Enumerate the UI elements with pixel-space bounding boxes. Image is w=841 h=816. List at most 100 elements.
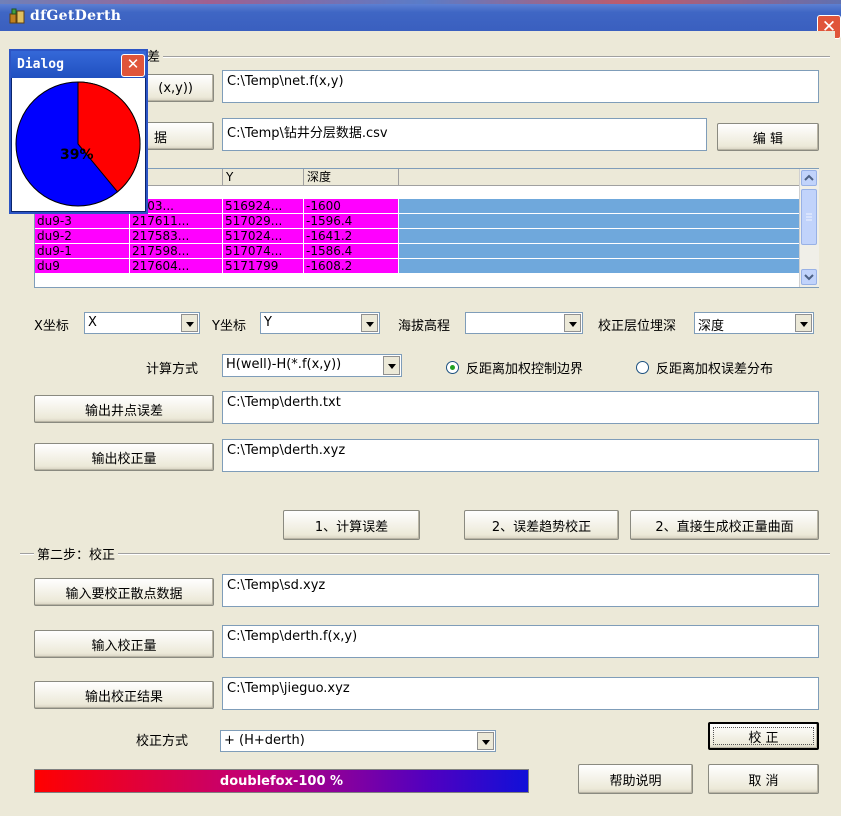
scroll-up-button[interactable] <box>801 170 817 186</box>
y-coordinate-select[interactable]: Y <box>260 312 380 334</box>
table-row[interactable]: du9-3 217611... 517029... -1596.4 <box>35 214 799 229</box>
grid-vertical-scrollbar[interactable] <box>799 169 819 287</box>
input-scatter-path-field[interactable]: C:\Temp\sd.xyz <box>222 574 819 607</box>
help-button-label: 帮助说明 <box>609 773 662 789</box>
input-grid-path-field[interactable]: C:\Temp\net.f(x,y) <box>222 70 819 103</box>
progress-dialog[interactable]: Dialog ✕ 39% <box>9 49 148 214</box>
output-well-error-path-field[interactable]: C:\Temp\derth.txt <box>222 391 819 424</box>
grid-cell[interactable]: du9 <box>35 259 130 274</box>
depth-select-value: 深度 <box>698 319 725 334</box>
grid-cell[interactable]: 517074... <box>223 244 304 259</box>
grid-cell[interactable]: -1596.4 <box>304 214 399 229</box>
correction-mode-label: 校正方式 <box>136 734 189 749</box>
grid-cell[interactable]: 217598... <box>130 244 223 259</box>
table-row[interactable]: du9-1 217598... 517074... -1586.4 <box>35 244 799 259</box>
grid-cell[interactable]: -1600 <box>304 199 399 214</box>
idw-boundary-radio[interactable] <box>446 361 459 374</box>
output-result-path-field[interactable]: C:\Temp\jieguo.xyz <box>222 677 819 710</box>
cancel-button-label: 取 消 <box>748 773 779 789</box>
window-title: dfGetDerth <box>30 8 122 24</box>
output-well-error-button[interactable]: 输出井点误差 <box>34 395 214 423</box>
calc-method-select-value: H(well)-H(*.f(x,y)) <box>226 357 342 372</box>
step2-group-line <box>20 553 830 555</box>
grid-cell[interactable]: -1608.2 <box>304 259 399 274</box>
grid-header-col2[interactable]: Y <box>223 169 304 186</box>
direct-surface-button-label: 2、直接生成校正量曲面 <box>655 519 794 535</box>
elevation-select[interactable] <box>465 312 583 334</box>
grid-row-fill <box>399 199 799 214</box>
progress-bar: doublefox-100 % <box>34 769 529 793</box>
progress-bar-text: doublefox-100 % <box>219 773 344 789</box>
scroll-down-button[interactable] <box>801 269 817 285</box>
calc-method-select[interactable]: H(well)-H(*.f(x,y)) <box>222 354 402 377</box>
idw-error-radio[interactable] <box>636 361 649 374</box>
idw-boundary-radio-label[interactable]: 反距离加权控制边界 <box>466 358 583 377</box>
chevron-down-icon[interactable] <box>795 314 812 332</box>
grid-row-fill <box>399 229 799 244</box>
table-row[interactable]: du9 217604... 5171799 -1608.2 <box>35 259 799 274</box>
dialog-title-bar[interactable]: Dialog ✕ <box>11 51 146 78</box>
trend-correction-button-label: 2、误差趋势校正 <box>491 519 592 535</box>
dialog-close-button[interactable]: ✕ <box>121 54 145 77</box>
dialog-title: Dialog <box>17 57 64 72</box>
grid-cell[interactable]: 516924... <box>223 199 304 214</box>
input-correction-path-field[interactable]: C:\Temp\derth.f(x,y) <box>222 625 819 658</box>
grid-header-filler <box>399 169 799 186</box>
well-data-grid[interactable]: Y 深度 7603... 516924... -1600 du9-3 21761… <box>34 168 819 288</box>
grid-header-col3[interactable]: 深度 <box>304 169 399 186</box>
cancel-button[interactable]: 取 消 <box>708 764 819 794</box>
chevron-down-icon[interactable] <box>564 314 581 332</box>
grid-cell[interactable]: -1641.2 <box>304 229 399 244</box>
grid-cell[interactable]: 5171799 <box>223 259 304 274</box>
elevation-label: 海拔高程 <box>398 319 451 334</box>
grid-cell[interactable]: 217604... <box>130 259 223 274</box>
calc-error-button-label: 1、计算误差 <box>314 519 389 535</box>
grid-cell[interactable]: 517029... <box>223 214 304 229</box>
grid-cell[interactable]: du9-2 <box>35 229 130 244</box>
input-well-data-path-field[interactable]: C:\Temp\钻井分层数据.csv <box>222 118 707 151</box>
input-scatter-button[interactable]: 输入要校正散点数据 <box>34 578 214 606</box>
output-well-error-button-label: 输出井点误差 <box>84 403 163 419</box>
progress-pie <box>15 81 141 207</box>
output-correction-button-label: 输出校正量 <box>91 451 157 467</box>
output-correction-path-field[interactable]: C:\Temp\derth.xyz <box>222 439 819 472</box>
title-bar-top-strip <box>0 0 841 4</box>
chevron-down-icon[interactable] <box>477 732 494 750</box>
edit-button[interactable]: 编 辑 <box>717 123 819 151</box>
input-grid-button-label: (x,y)) <box>158 80 193 96</box>
grid-cell[interactable]: -1586.4 <box>304 244 399 259</box>
y-coordinate-label: Y坐标 <box>212 319 246 334</box>
grid-cell[interactable]: 217611... <box>130 214 223 229</box>
input-correction-button[interactable]: 输入校正量 <box>34 630 214 658</box>
output-result-button[interactable]: 输出校正结果 <box>34 681 214 709</box>
x-coordinate-select[interactable]: X <box>84 312 200 334</box>
trend-correction-button[interactable]: 2、误差趋势校正 <box>464 510 619 540</box>
output-correction-button[interactable]: 输出校正量 <box>34 443 214 471</box>
calc-method-label: 计算方式 <box>146 362 199 377</box>
scroll-thumb[interactable] <box>801 189 817 245</box>
edit-button-label: 编 辑 <box>752 131 784 147</box>
grid-cell[interactable]: du9-3 <box>35 214 130 229</box>
chevron-down-icon[interactable] <box>181 314 198 332</box>
correction-mode-select[interactable]: + (H+derth) <box>220 730 496 752</box>
chevron-down-icon[interactable] <box>361 314 378 332</box>
calc-error-button[interactable]: 1、计算误差 <box>283 510 420 540</box>
grid-cell[interactable]: 217583... <box>130 229 223 244</box>
chevron-down-icon[interactable] <box>383 356 400 375</box>
table-row[interactable]: du9-2 217583... 517024... -1641.2 <box>35 229 799 244</box>
output-result-button-label: 输出校正结果 <box>84 689 163 705</box>
title-bar[interactable] <box>0 0 841 31</box>
table-row[interactable]: 7603... 516924... -1600 <box>35 199 799 214</box>
grid-row-fill <box>399 259 799 274</box>
app-icon <box>9 8 25 24</box>
y-coordinate-select-value: Y <box>264 315 272 330</box>
direct-surface-button[interactable]: 2、直接生成校正量曲面 <box>630 510 819 540</box>
chevron-down-icon <box>804 274 814 281</box>
idw-error-radio-label[interactable]: 反距离加权误差分布 <box>656 358 773 377</box>
grid-cell[interactable]: 517024... <box>223 229 304 244</box>
help-button[interactable]: 帮助说明 <box>578 764 693 794</box>
grid-cell[interactable]: du9-1 <box>35 244 130 259</box>
depth-select[interactable]: 深度 <box>694 312 814 334</box>
correction-mode-select-value: + (H+derth) <box>224 733 305 748</box>
apply-correction-button[interactable]: 校 正 <box>708 722 819 750</box>
